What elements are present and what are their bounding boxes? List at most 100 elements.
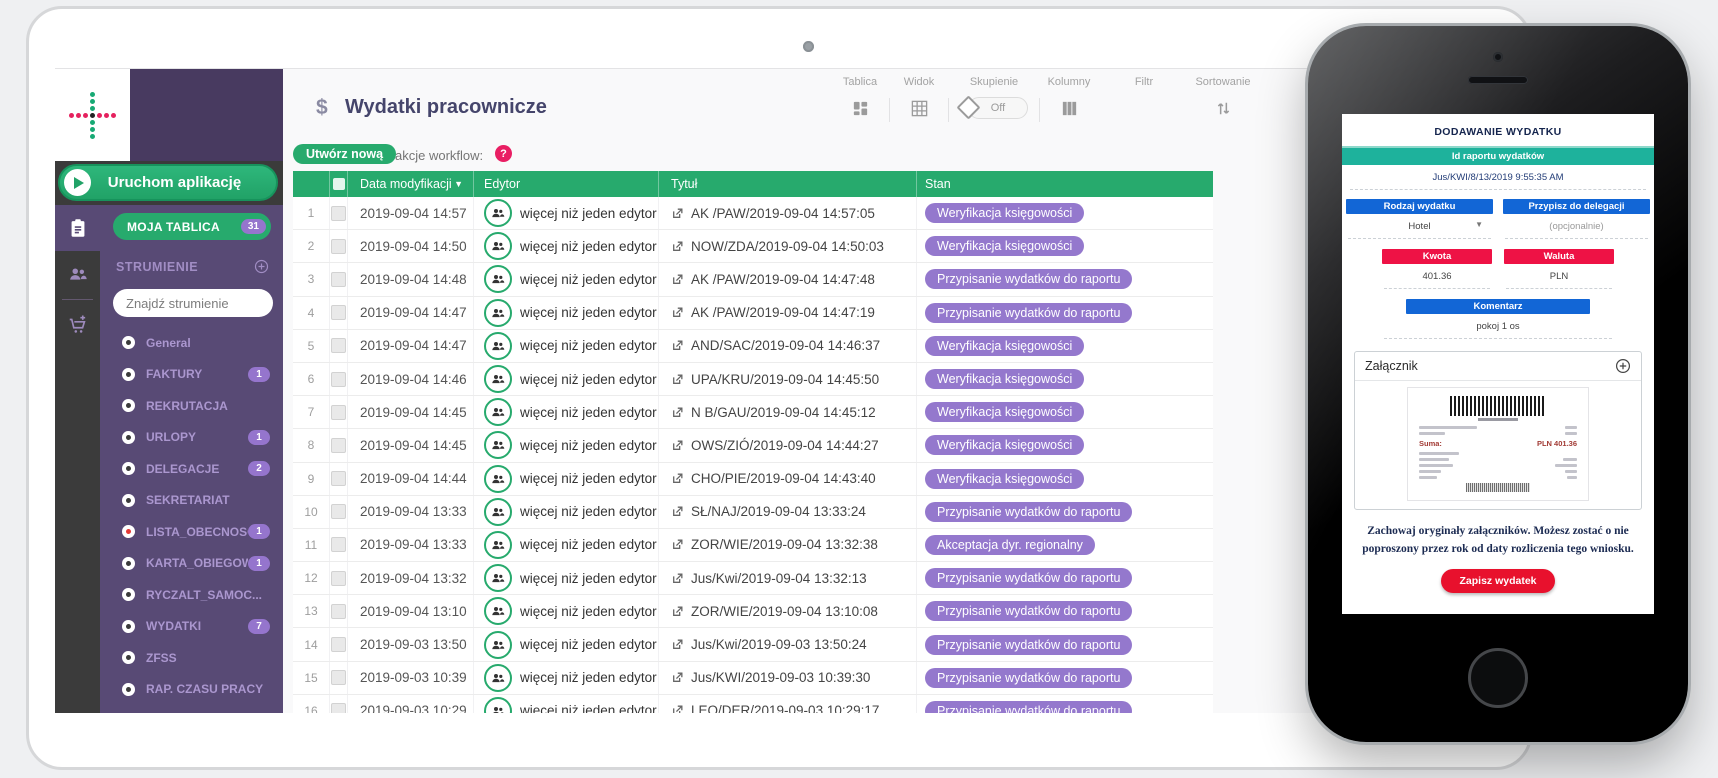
row-checkbox[interactable] bbox=[331, 703, 346, 713]
record-title-link[interactable]: N B/GAU/2019-09-04 14:45:12 bbox=[691, 405, 876, 420]
open-record-icon[interactable] bbox=[671, 373, 684, 386]
row-checkbox[interactable] bbox=[331, 504, 346, 519]
expense-type-select[interactable]: Hotel ▼ bbox=[1348, 214, 1491, 239]
open-record-icon[interactable] bbox=[671, 406, 684, 419]
record-title-link[interactable]: Jus/Kwi/2019-09-03 13:50:24 bbox=[691, 637, 867, 652]
row-checkbox[interactable] bbox=[331, 305, 346, 320]
select-all-checkbox[interactable] bbox=[333, 178, 345, 190]
open-record-icon[interactable] bbox=[671, 273, 684, 286]
toolbar-filter[interactable]: Filtr bbox=[1122, 76, 1166, 119]
currency-header: Waluta bbox=[1504, 249, 1614, 264]
comment-value[interactable]: pokoj 1 os bbox=[1384, 314, 1612, 339]
row-checkbox[interactable] bbox=[331, 206, 346, 221]
record-title-link[interactable]: AK /PAW/2019-09-04 14:47:48 bbox=[691, 272, 875, 287]
record-title-link[interactable]: UPA/KRU/2019-09-04 14:45:50 bbox=[691, 372, 879, 387]
header-title[interactable]: Tytuł bbox=[658, 171, 916, 197]
record-title-link[interactable]: AK /PAW/2019-09-04 14:57:05 bbox=[691, 206, 875, 221]
record-title-link[interactable]: AND/SAC/2019-09-04 14:46:37 bbox=[691, 338, 880, 353]
header-editor[interactable]: Edytor bbox=[473, 171, 658, 197]
record-title-link[interactable]: ZOR/WIE/2019-09-04 13:10:08 bbox=[691, 604, 878, 619]
sidebar-stream-item[interactable]: FAKTURY 1 bbox=[100, 359, 283, 391]
rail-item-marketplace[interactable] bbox=[55, 302, 100, 348]
row-checkbox[interactable] bbox=[331, 537, 346, 552]
amount-field: Kwota 401.36 bbox=[1382, 249, 1492, 289]
row-checkbox[interactable] bbox=[331, 604, 346, 619]
add-stream-icon[interactable] bbox=[254, 259, 269, 274]
create-new-button[interactable]: Utwórz nową bbox=[293, 144, 396, 164]
toolbar-focus-toggle[interactable]: Skupienie Off bbox=[949, 76, 1039, 119]
row-checkbox[interactable] bbox=[331, 670, 346, 685]
row-checkbox[interactable] bbox=[331, 571, 346, 586]
row-checkbox[interactable] bbox=[331, 471, 346, 486]
open-record-icon[interactable] bbox=[671, 704, 684, 713]
sidebar-stream-item[interactable]: KARTA_OBIEGOWA 1 bbox=[100, 548, 283, 580]
table-row: 6 2019-09-04 14:46 więcej niż jeden edyt… bbox=[293, 363, 1213, 396]
toolbar-columns[interactable]: Kolumny bbox=[1040, 76, 1098, 119]
row-checkbox[interactable] bbox=[331, 405, 346, 420]
currency-value[interactable]: PLN bbox=[1506, 264, 1612, 289]
sidebar-stream-item[interactable]: DELEGACJE 2 bbox=[100, 453, 283, 485]
sidebar-stream-item[interactable]: WYDATKI 7 bbox=[100, 611, 283, 643]
toolbar-sort[interactable]: Sortowanie bbox=[1190, 76, 1256, 119]
row-number: 7 bbox=[293, 396, 329, 428]
open-record-icon[interactable] bbox=[671, 240, 684, 253]
stream-search-input[interactable] bbox=[113, 289, 273, 317]
add-attachment-icon[interactable] bbox=[1615, 358, 1631, 374]
sidebar-stream-item[interactable]: SEKRETARIAT bbox=[100, 485, 283, 517]
record-title-link[interactable]: CHO/PIE/2019-09-04 14:43:40 bbox=[691, 471, 876, 486]
toolbar-grid-view[interactable]: Widok bbox=[890, 76, 948, 119]
sidebar-stream-item[interactable]: REKRUTACJA bbox=[100, 390, 283, 422]
open-record-icon[interactable] bbox=[671, 671, 684, 684]
save-expense-button[interactable]: Zapisz wydatek bbox=[1441, 569, 1554, 593]
row-editor-cell: więcej niż jeden edytor bbox=[473, 429, 658, 461]
sidebar-stream-item[interactable]: RAP. CZASU PRACY bbox=[100, 674, 283, 706]
sidebar-stream-item[interactable]: LISTA_OBECNOSCI 1 bbox=[100, 516, 283, 548]
record-title-link[interactable]: SŁ/NAJ/2019-09-04 13:33:24 bbox=[691, 504, 866, 519]
record-title-link[interactable]: OWS/ZIÓ/2019-09-04 14:44:27 bbox=[691, 438, 879, 453]
rail-item-board[interactable] bbox=[55, 205, 100, 251]
record-title-link[interactable]: NOW/ZDA/2019-09-04 14:50:03 bbox=[691, 239, 884, 254]
sidebar-stream-item[interactable]: ZFSS bbox=[100, 642, 283, 674]
sidebar-stream-item[interactable]: URLOPY 1 bbox=[100, 422, 283, 454]
phone-home-button[interactable] bbox=[1468, 648, 1528, 708]
my-board-button[interactable]: MOJA TABLICA 31 bbox=[113, 213, 271, 240]
row-checkbox[interactable] bbox=[331, 239, 346, 254]
open-record-icon[interactable] bbox=[671, 638, 684, 651]
open-record-icon[interactable] bbox=[671, 505, 684, 518]
sort-desc-icon[interactable]: ▼ bbox=[454, 179, 463, 189]
amount-value[interactable]: 401.36 bbox=[1384, 264, 1490, 289]
stream-label: ZFSS bbox=[146, 651, 283, 665]
open-record-icon[interactable] bbox=[671, 538, 684, 551]
record-title-link[interactable]: ZOR/WIE/2019-09-04 13:32:38 bbox=[691, 537, 878, 552]
launch-app-button[interactable]: Uruchom aplikację bbox=[58, 164, 278, 201]
row-checkbox[interactable] bbox=[331, 637, 346, 652]
open-record-icon[interactable] bbox=[671, 439, 684, 452]
stream-dot-icon bbox=[122, 557, 135, 570]
header-status[interactable]: Stan bbox=[916, 171, 1213, 197]
row-checkbox[interactable] bbox=[331, 372, 346, 387]
help-icon[interactable]: ? bbox=[495, 145, 512, 162]
record-title-link[interactable]: Jus/Kwi/2019-09-04 13:32:13 bbox=[691, 571, 867, 586]
focus-toggle[interactable]: Off bbox=[968, 97, 1028, 119]
editor-label: więcej niż jeden edytor bbox=[520, 372, 657, 387]
record-title-link[interactable]: LEO/DER/2019-09-03 10:29:17 bbox=[691, 703, 879, 713]
toolbar-board-view[interactable]: Tablica bbox=[831, 76, 889, 119]
open-record-icon[interactable] bbox=[671, 572, 684, 585]
open-record-icon[interactable] bbox=[671, 207, 684, 220]
row-checkbox[interactable] bbox=[331, 438, 346, 453]
record-title-link[interactable]: Jus/KWI/2019-09-03 10:39:30 bbox=[691, 670, 870, 685]
row-checkbox[interactable] bbox=[331, 272, 346, 287]
open-record-icon[interactable] bbox=[671, 339, 684, 352]
header-date[interactable]: Data modyfikacji ▼ bbox=[347, 171, 473, 197]
record-title-link[interactable]: AK /PAW/2019-09-04 14:47:19 bbox=[691, 305, 875, 320]
sidebar-stream-item[interactable]: General bbox=[100, 327, 283, 359]
open-record-icon[interactable] bbox=[671, 306, 684, 319]
delegation-value[interactable]: (opcjonalnie) bbox=[1505, 214, 1648, 239]
rail-item-users[interactable] bbox=[55, 251, 100, 297]
app-logo[interactable] bbox=[55, 69, 130, 161]
sidebar-stream-item[interactable]: RYCZALT_SAMOC... bbox=[100, 579, 283, 611]
open-record-icon[interactable] bbox=[671, 472, 684, 485]
row-checkbox[interactable] bbox=[331, 338, 346, 353]
open-record-icon[interactable] bbox=[671, 605, 684, 618]
nav-rail bbox=[55, 205, 100, 713]
